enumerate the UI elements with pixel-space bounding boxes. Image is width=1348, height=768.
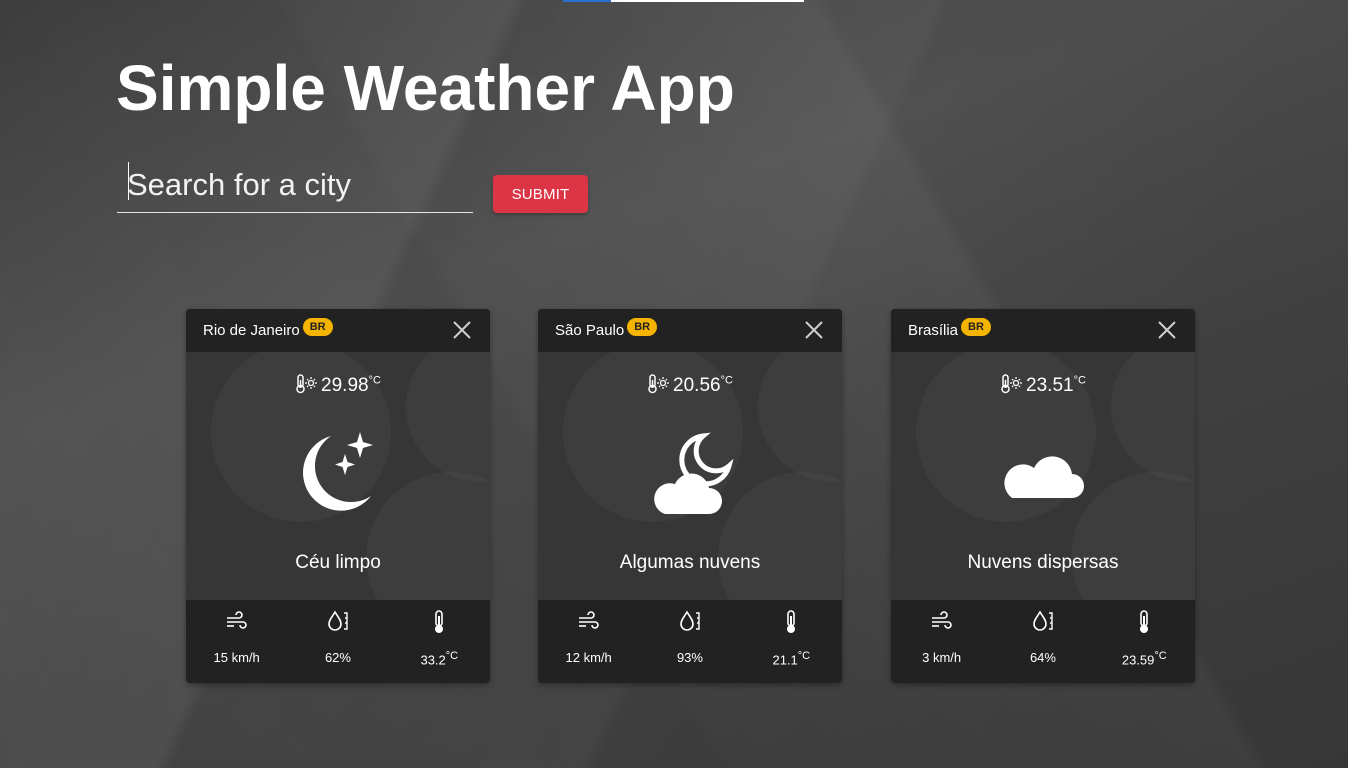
weather-description: Algumas nuvens: [619, 552, 761, 573]
feels-like-unit: °C: [445, 650, 459, 662]
card-body: 23.51°C Nuvens dispersas: [891, 352, 1195, 600]
wind-stat: 3 km/h: [891, 600, 992, 683]
humidity-icon: [680, 610, 700, 631]
wind-icon: [226, 611, 247, 629]
city-label: Brasília: [908, 322, 959, 339]
card-header: Brasília BR: [891, 309, 1195, 352]
humidity-icon: [1033, 610, 1053, 631]
card-header: Rio de Janeiro BR: [186, 309, 490, 352]
country-badge: BR: [961, 318, 991, 336]
weather-card-rio-de-janeiro: Rio de Janeiro BR 29.98°C Céu limpo 15 km…: [186, 309, 490, 683]
feels-like-unit: °C: [1154, 650, 1167, 662]
humidity-value: 64%: [1029, 650, 1056, 665]
wind-value: 12 km/h: [565, 650, 612, 665]
country-badge: BR: [627, 318, 658, 336]
top-progress-segment: [563, 0, 611, 2]
close-icon[interactable]: [1157, 320, 1177, 340]
feels-like-value: 23.59°C: [1094, 650, 1195, 667]
feels-like-number: 33.2: [420, 652, 446, 668]
thermometer-icon: [1140, 610, 1149, 633]
humidity-stat: 62%: [287, 600, 388, 683]
temperature: 20.56°C: [538, 374, 842, 397]
thermometer-sun-icon: [1001, 374, 1023, 394]
card-city-name: Rio de Janeiro BR: [203, 318, 333, 341]
submit-button[interactable]: SUBMIT: [493, 175, 588, 213]
card-city-name: São Paulo BR: [555, 318, 658, 341]
temperature-value: 29.98: [321, 375, 369, 396]
temperature: 29.98°C: [186, 374, 490, 397]
humidity-icon: [328, 610, 348, 631]
feels-like-number: 21.1: [772, 652, 798, 668]
app-title: Simple Weather App: [116, 52, 735, 124]
feels-like-number: 23.59: [1121, 652, 1155, 668]
humidity-value: 93%: [676, 650, 703, 665]
feels-like-value: 33.2°C: [389, 650, 490, 667]
temperature-unit: °C: [720, 374, 733, 387]
card-body: 29.98°C Céu limpo: [186, 352, 490, 600]
wind-value: 15 km/h: [213, 650, 260, 665]
weather-card-brasilia: Brasília BR 23.51°C Nuvens dispersas 3 km…: [891, 309, 1195, 683]
top-progress-bar: [563, 0, 804, 2]
close-icon[interactable]: [452, 320, 472, 340]
temperature-value: 23.51: [1026, 375, 1074, 396]
cloud-icon: [891, 430, 1195, 540]
card-header: São Paulo BR: [538, 309, 842, 352]
weather-card-sao-paulo: São Paulo BR 20.56°C Algumas nuvens 12 km…: [538, 309, 842, 683]
thermometer-sun-icon: [648, 374, 670, 394]
moon-stars-icon: [186, 430, 490, 540]
temperature-unit: °C: [1073, 374, 1086, 387]
thermometer-sun-icon: [296, 374, 318, 394]
wind-stat: 15 km/h: [186, 600, 287, 683]
wind-value: 3 km/h: [922, 650, 962, 665]
wind-stat: 12 km/h: [538, 600, 639, 683]
card-footer: 15 km/h 62% 33.2°C: [186, 600, 490, 683]
card-body: 20.56°C Algumas nuvens: [538, 352, 842, 600]
city-label: Rio de Janeiro: [203, 322, 300, 339]
humidity-stat: 64%: [992, 600, 1093, 683]
feels-like-unit: °C: [797, 650, 811, 662]
text-caret: [128, 162, 129, 200]
thermometer-icon: [435, 610, 444, 633]
cloud-moon-icon: [538, 430, 842, 540]
city-label: São Paulo: [555, 322, 625, 339]
close-icon[interactable]: [804, 320, 824, 340]
card-footer: 12 km/h 93% 21.1°C: [538, 600, 842, 683]
temperature-unit: °C: [368, 374, 381, 387]
feels-like-stat: 33.2°C: [389, 600, 490, 683]
card-footer: 3 km/h 64% 23.59°C: [891, 600, 1195, 683]
country-badge: BR: [302, 318, 333, 336]
weather-description: Nuvens dispersas: [967, 552, 1119, 573]
temperature: 23.51°C: [891, 374, 1195, 397]
feels-like-value: 21.1°C: [741, 650, 842, 667]
search-field[interactable]: [117, 160, 473, 213]
feels-like-stat: 21.1°C: [741, 600, 842, 683]
search-input[interactable]: [117, 160, 473, 210]
weather-description: Céu limpo: [295, 552, 381, 573]
temperature-value: 20.56: [673, 375, 721, 396]
card-city-name: Brasília BR: [908, 318, 991, 341]
wind-icon: [578, 611, 599, 629]
humidity-stat: 93%: [639, 600, 740, 683]
humidity-value: 62%: [324, 650, 351, 665]
wind-icon: [931, 611, 952, 629]
feels-like-stat: 23.59°C: [1094, 600, 1195, 683]
thermometer-icon: [787, 610, 796, 633]
